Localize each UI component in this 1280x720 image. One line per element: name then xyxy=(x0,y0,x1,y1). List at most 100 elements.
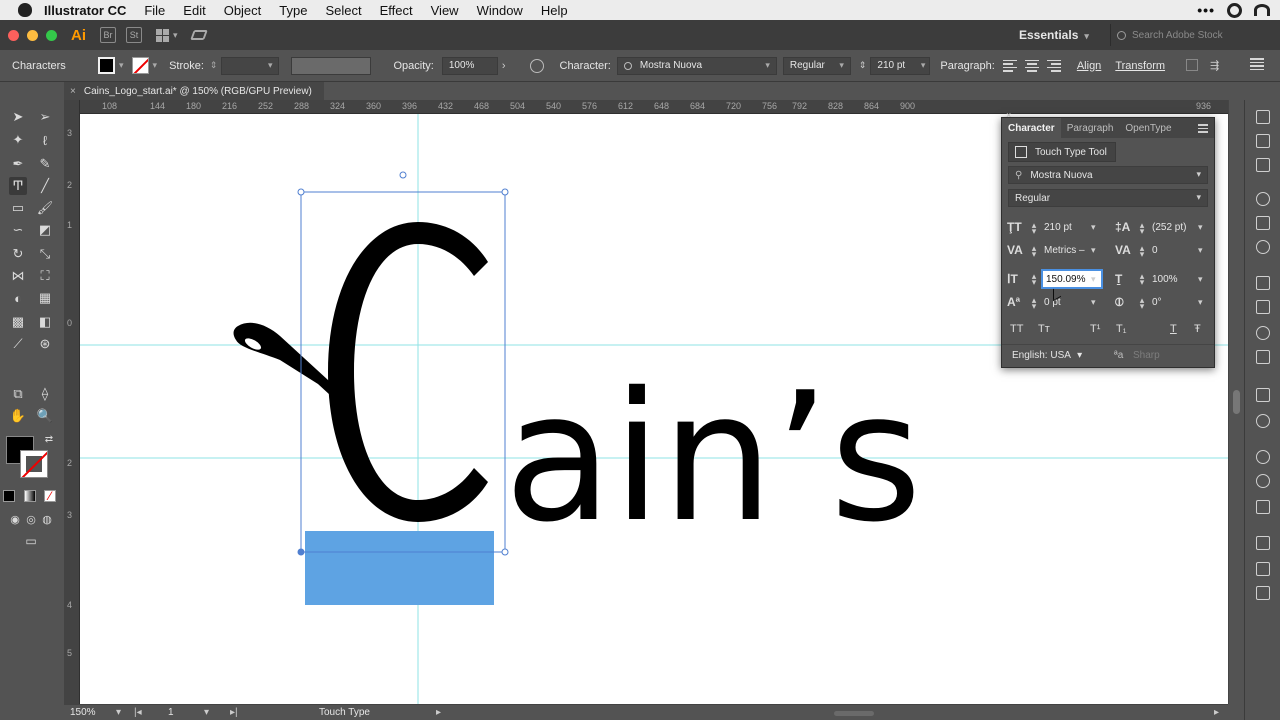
paragraph-label[interactable]: Paragraph: xyxy=(940,60,994,72)
asset-export-icon[interactable] xyxy=(1256,562,1270,576)
transparency-icon[interactable] xyxy=(1256,450,1270,464)
color-guide-icon[interactable] xyxy=(1256,216,1270,230)
menu-window[interactable]: Window xyxy=(477,3,523,18)
shape-builder-tool-icon[interactable]: ◐ xyxy=(9,289,27,307)
chevron-down-icon[interactable]: ▾ xyxy=(1198,245,1203,256)
menu-object[interactable]: Object xyxy=(224,3,262,18)
horizontal-scale-spinner-icon[interactable]: ▴ ▾ xyxy=(1138,272,1146,287)
mesh-tool-icon[interactable]: ▩ xyxy=(9,313,27,331)
baseline-shift-spinner-icon[interactable]: ▴ ▾ xyxy=(1030,296,1038,311)
gpu-performance-icon[interactable] xyxy=(189,30,208,40)
font-style-field[interactable]: Regular ▾ xyxy=(782,56,851,75)
slice-tool-icon[interactable]: ⟠ xyxy=(36,385,54,403)
gradient-tool-icon[interactable]: ◧ xyxy=(36,313,54,331)
language-select[interactable]: English: USA ▾ xyxy=(1012,350,1082,361)
chevron-down-icon[interactable]: ▾ xyxy=(204,707,209,718)
blue-rectangle[interactable] xyxy=(305,531,494,605)
isolate-icon[interactable] xyxy=(1186,59,1198,71)
document-tab[interactable]: × Cains_Logo_start.ai* @ 150% (RGB/GPU P… xyxy=(64,82,324,100)
scale-handle[interactable] xyxy=(501,548,509,556)
small-caps-button[interactable]: Tт xyxy=(1038,323,1050,335)
font-style-field[interactable]: Regular ▾ xyxy=(1008,189,1208,207)
chevron-down-icon[interactable]: ▾ xyxy=(1091,245,1096,256)
menu-effect[interactable]: Effect xyxy=(380,3,413,18)
tab-opentype[interactable]: OpenType xyxy=(1119,123,1177,134)
all-caps-button[interactable]: TT xyxy=(1010,323,1023,335)
color-mode-icon[interactable] xyxy=(3,490,15,502)
wifi-icon[interactable] xyxy=(1254,4,1270,16)
stroke-color-box[interactable] xyxy=(20,450,48,478)
align-right-icon[interactable] xyxy=(1046,59,1061,72)
tracking-value[interactable]: 0 xyxy=(1152,245,1158,256)
letter-c-glyph[interactable] xyxy=(328,222,488,522)
chevron-down-icon[interactable]: ▾ xyxy=(119,60,124,71)
font-size-value[interactable]: 210 pt xyxy=(1044,222,1072,233)
font-size-spinner-icon[interactable]: ▴ ▾ xyxy=(1030,221,1038,236)
touch-type-tool-button[interactable]: Touch Type Tool xyxy=(1008,142,1116,162)
rotate-tool-icon[interactable]: ↻ xyxy=(9,245,27,263)
screen-mode-icon[interactable]: ▭ xyxy=(22,532,40,550)
variable-width-profile[interactable] xyxy=(291,56,372,75)
menu-help[interactable]: Help xyxy=(541,3,568,18)
stroke-weight-field[interactable]: ▾ xyxy=(221,56,280,75)
vertical-scale-spinner-icon[interactable]: ▴ ▾ xyxy=(1030,272,1038,287)
creative-cloud-icon[interactable] xyxy=(1227,2,1242,18)
draw-inside-icon[interactable]: ◍ xyxy=(38,510,56,528)
subscript-button[interactable]: T₁ xyxy=(1116,323,1126,335)
selection-tool-icon[interactable]: ➤ xyxy=(9,108,27,126)
current-tool-status[interactable]: Touch Type xyxy=(319,707,370,718)
recolor-artwork-icon[interactable] xyxy=(529,58,544,73)
zoom-window-button[interactable] xyxy=(46,29,57,41)
chevron-down-icon[interactable]: ▾ xyxy=(1198,297,1203,308)
align-link[interactable]: Align xyxy=(1077,60,1101,72)
symbols-icon[interactable] xyxy=(1256,326,1270,340)
curvature-tool-icon[interactable]: ✎ xyxy=(36,155,54,173)
gradient-panel-icon[interactable] xyxy=(1256,414,1270,428)
swatches-icon[interactable] xyxy=(1256,276,1270,290)
eraser-tool-icon[interactable]: ◩ xyxy=(36,221,54,239)
zoom-tool-icon[interactable]: 🔍 xyxy=(36,407,54,425)
rotation-spinner-icon[interactable]: ▴ ▾ xyxy=(1138,296,1146,311)
zoom-level[interactable]: 150% xyxy=(70,707,96,718)
color-panel-icon[interactable] xyxy=(1256,192,1270,206)
chevron-down-icon[interactable]: ▾ xyxy=(153,60,158,71)
artboard-tool-icon[interactable]: ⧉ xyxy=(9,385,27,403)
none-mode-icon[interactable]: ⁄ xyxy=(44,489,56,503)
vertical-ruler[interactable]: 3 2 1 0 2 3 4 5 xyxy=(64,100,80,704)
workspace-switcher[interactable]: Essentials ▾ xyxy=(1019,28,1089,42)
transform-link[interactable]: Transform xyxy=(1115,60,1165,72)
perspective-grid-tool-icon[interactable]: ▦ xyxy=(36,289,54,307)
character-label[interactable]: Character: xyxy=(560,60,611,72)
vertical-scrollbar[interactable] xyxy=(1228,100,1244,704)
pen-tool-icon[interactable]: ✒ xyxy=(9,155,27,173)
chevron-down-icon[interactable]: ▾ xyxy=(1091,274,1096,285)
appearance-icon[interactable] xyxy=(1256,240,1270,254)
font-family-field[interactable]: Mostra Nuova ▾ xyxy=(616,56,777,75)
menu-type[interactable]: Type xyxy=(279,3,307,18)
panel-menu-icon[interactable] xyxy=(1198,124,1208,135)
panel-menu-icon[interactable] xyxy=(1250,58,1264,70)
touch-type-tool-icon[interactable]: Ͳ xyxy=(9,177,27,195)
links-icon[interactable] xyxy=(1256,586,1270,600)
gradient-mode-icon[interactable] xyxy=(24,490,36,502)
artboards-icon[interactable] xyxy=(1256,474,1270,488)
export-icon[interactable] xyxy=(1256,500,1270,514)
strikethrough-button[interactable]: Ŧ xyxy=(1194,323,1201,335)
scale-handle[interactable] xyxy=(501,188,509,196)
artboard-number[interactable]: 1 xyxy=(168,707,174,718)
width-tool-icon[interactable]: ⋈ xyxy=(9,267,27,285)
logo-text[interactable]: ain’s xyxy=(504,354,922,561)
font-size-spinner-icon[interactable]: ⇕ xyxy=(859,60,867,71)
direct-selection-tool-icon[interactable]: ➢ xyxy=(36,108,54,126)
search-stock-field[interactable]: Search Adobe Stock xyxy=(1110,24,1274,46)
stock-button[interactable]: St xyxy=(126,27,142,43)
chevron-down-icon[interactable]: ▾ xyxy=(116,707,121,718)
bridge-button[interactable]: Br xyxy=(100,27,116,43)
shaper-tool-icon[interactable]: ∽ xyxy=(9,221,27,239)
font-family-field[interactable]: ⚲ Mostra Nuova ▾ xyxy=(1008,166,1208,184)
stroke-panel-icon[interactable] xyxy=(1256,388,1270,402)
leading-spinner-icon[interactable]: ▴ ▾ xyxy=(1138,221,1146,236)
chevron-down-icon[interactable]: ▾ xyxy=(1198,274,1203,285)
stroke-label[interactable]: Stroke: xyxy=(169,60,204,72)
menu-view[interactable]: View xyxy=(431,3,459,18)
